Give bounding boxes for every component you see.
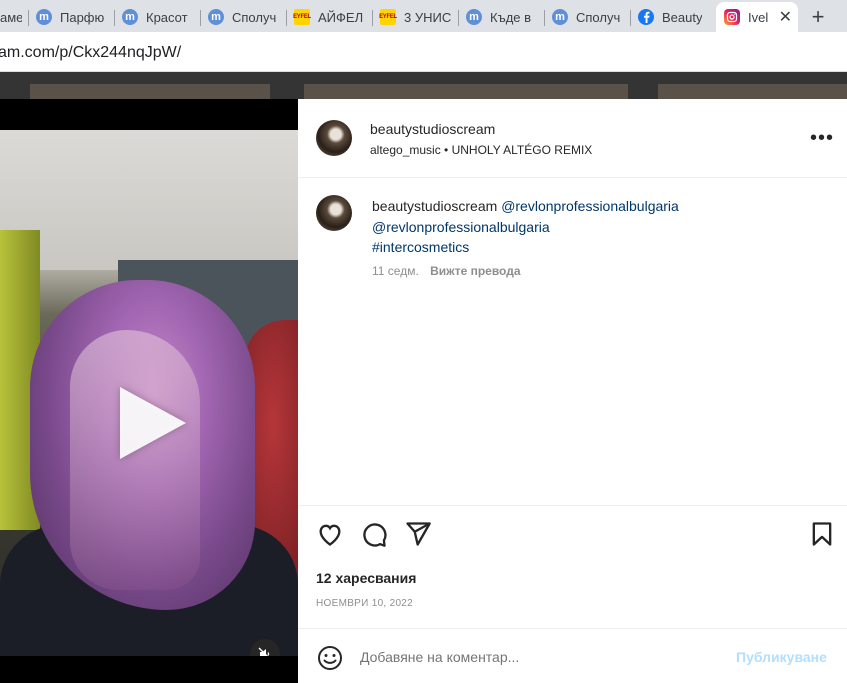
m-icon	[466, 9, 482, 25]
browser-tab[interactable]: Beauty	[630, 2, 716, 32]
add-comment-row: Публикуване	[298, 628, 847, 683]
facebook-icon	[638, 9, 654, 25]
post-modal: beautystudioscream altego_music • UNHOLY…	[0, 99, 847, 683]
caption-meta: 11 седм. Вижте превода	[372, 264, 521, 278]
browser-tab[interactable]: аме	[0, 2, 28, 32]
muted-speaker-icon	[258, 647, 270, 656]
close-icon[interactable]: ✕	[779, 7, 792, 27]
tab-title: Красот	[146, 9, 188, 25]
eyfel-icon: EYFEL	[293, 9, 311, 25]
more-options-icon[interactable]: •••	[810, 127, 834, 150]
comment-icon[interactable]	[360, 520, 388, 548]
tab-title: Ivel	[748, 9, 769, 25]
emoji-icon[interactable]	[317, 645, 343, 671]
post-header: beautystudioscream altego_music • UNHOLY…	[298, 99, 847, 178]
likes-count[interactable]: 12 харесвания	[316, 570, 416, 586]
m-icon	[122, 9, 138, 25]
new-tab-button[interactable]: +	[798, 2, 838, 32]
hashtag-link[interactable]: #intercosmetics	[372, 239, 469, 255]
heart-icon[interactable]	[316, 520, 344, 548]
tab-title: АЙФЕЛ	[318, 9, 364, 25]
address-bar[interactable]: am.com/p/Ckx244nqJpW/	[0, 32, 847, 72]
browser-tab[interactable]: Сполуч	[200, 2, 286, 32]
tab-title: 3 УНИС	[404, 9, 452, 25]
browser-tab[interactable]: Къде в	[458, 2, 544, 32]
tab-title: Сполуч	[232, 9, 277, 25]
browser-tab-active[interactable]: Ivel ✕	[716, 2, 798, 32]
browser-tab[interactable]: EYFEL 3 УНИС	[372, 2, 458, 32]
instagram-icon	[724, 9, 740, 25]
m-icon	[552, 9, 568, 25]
tab-title: Къде в	[490, 9, 532, 25]
post-actions: 12 харесвания НОЕМВРИ 10, 2022 Публикува…	[298, 505, 847, 677]
browser-tab[interactable]: EYFEL АЙФЕЛ	[286, 2, 372, 32]
post-media[interactable]	[0, 99, 298, 683]
mention-link[interactable]: @revlonprofessionalbulgaria	[372, 219, 550, 235]
share-icon[interactable]	[404, 520, 432, 548]
play-icon[interactable]	[120, 387, 186, 459]
caption-username[interactable]: beautystudioscream	[372, 198, 497, 214]
url-text[interactable]: am.com/p/Ckx244nqJpW/	[0, 44, 181, 62]
tab-strip: аме Парфю Красот Сполуч EYFEL АЙФЕЛ EYFE…	[0, 0, 847, 32]
video-player[interactable]	[0, 130, 298, 656]
see-translation-button[interactable]: Вижте превода	[430, 264, 520, 278]
eyfel-icon: EYFEL	[379, 9, 397, 25]
post-author-username[interactable]: beautystudioscream	[370, 121, 495, 137]
avatar[interactable]	[316, 195, 352, 231]
post-side-panel: beautystudioscream altego_music • UNHOLY…	[298, 99, 847, 683]
browser-tab[interactable]: Парфю	[28, 2, 114, 32]
browser-tab[interactable]: Сполуч	[544, 2, 630, 32]
avatar[interactable]	[316, 120, 352, 156]
video-frame-hair-highlight	[70, 330, 200, 590]
comment-input[interactable]	[360, 649, 720, 665]
post-age: 11 седм.	[372, 264, 419, 278]
m-icon	[208, 9, 224, 25]
tab-title: Beauty	[662, 9, 703, 25]
tab-title: Сполуч	[576, 9, 621, 25]
mention-link[interactable]: @revlonprofessionalbulgaria	[501, 198, 679, 214]
tab-title: Парфю	[60, 9, 105, 25]
caption-text: beautystudioscream @revlonprofessionalbu…	[372, 196, 812, 258]
tab-title: аме	[0, 9, 22, 25]
audio-attribution[interactable]: altego_music • UNHOLY ALTÉGO REMIX	[370, 143, 592, 157]
m-icon	[36, 9, 52, 25]
browser-tab[interactable]: Красот	[114, 2, 200, 32]
bookmark-icon[interactable]	[808, 520, 836, 548]
post-date[interactable]: НОЕМВРИ 10, 2022	[316, 598, 413, 609]
video-frame-wall	[0, 130, 298, 270]
post-comment-button[interactable]: Публикуване	[736, 649, 827, 665]
